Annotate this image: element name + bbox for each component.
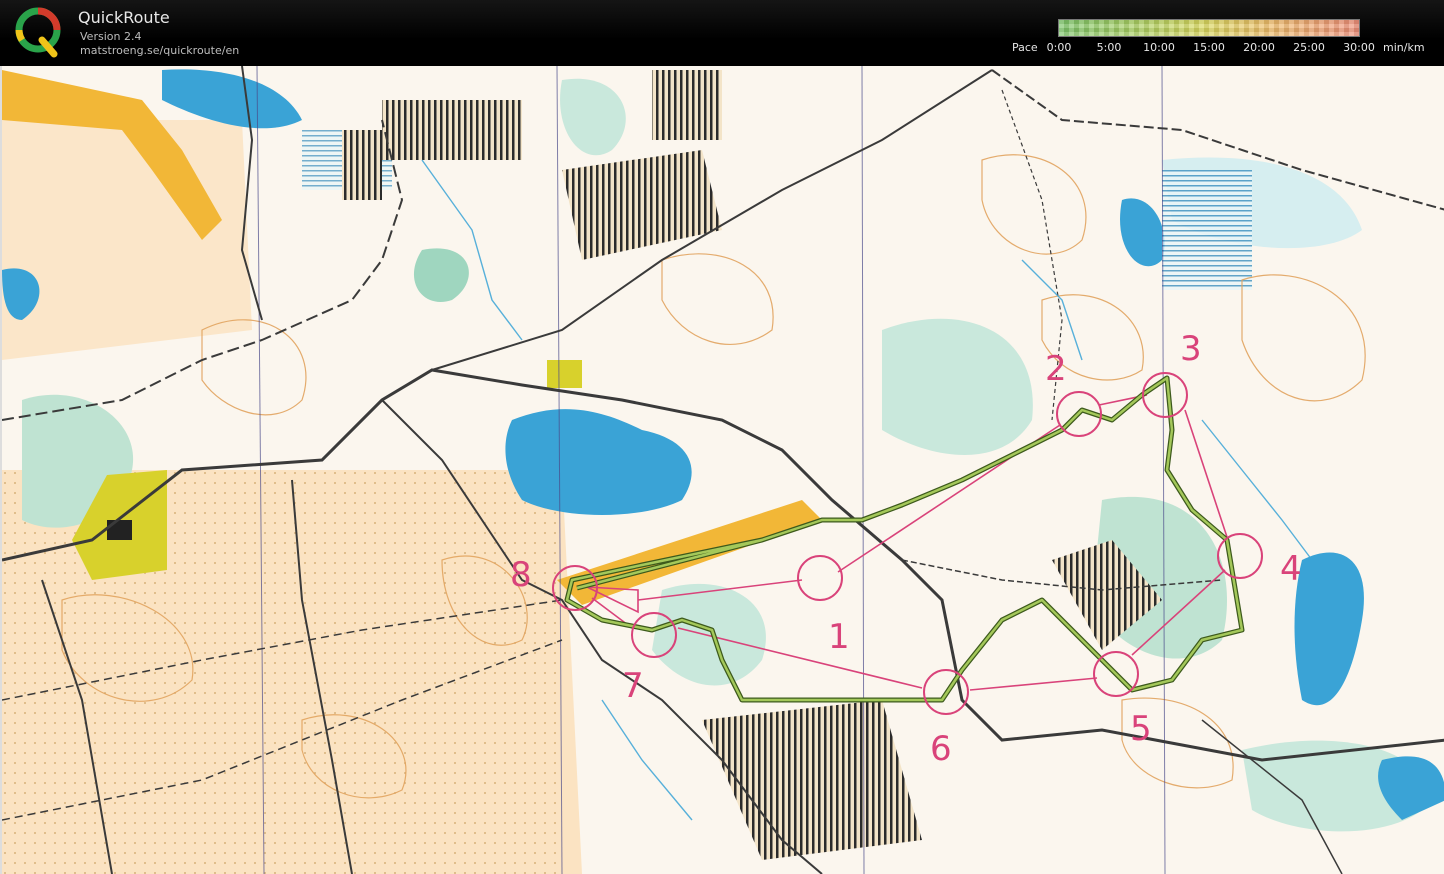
pace-tick: 10:00 [1143,41,1175,54]
pace-unit: min/km [1383,41,1425,54]
control-number: 5 [1130,709,1152,749]
pace-tick: 5:00 [1096,41,1122,54]
control-number: 7 [622,666,644,706]
map-canvas[interactable]: 1 2 3 4 5 6 7 8 [2,66,1444,874]
pace-tick: 15:00 [1193,41,1225,54]
cultivated-land [652,70,722,140]
pace-tick: 0:00 [1046,41,1072,54]
cultivated-land [382,100,522,160]
pace-tick: 30:00 [1343,41,1375,54]
app-version: Version 2.4 [80,30,142,43]
quickroute-logo-icon [15,7,61,58]
pace-tick: 25:00 [1293,41,1325,54]
control-number: 4 [1280,549,1302,589]
marsh [1162,170,1252,290]
yellow-field [547,360,582,388]
cultivated-land [342,130,382,200]
control-number: 1 [828,617,850,657]
orienteering-map[interactable]: 1 2 3 4 5 6 7 8 [0,66,1444,874]
pace-tick: 20:00 [1243,41,1275,54]
open-land-area [2,120,252,360]
app-header: QuickRoute Version 2.4 matstroeng.se/qui… [0,0,1444,66]
control-number: 8 [510,555,532,595]
pace-color-bar [1058,19,1360,37]
pace-label: Pace [1012,41,1038,54]
control-number: 6 [930,729,952,769]
building [107,520,132,540]
app-title: QuickRoute [78,8,170,27]
control-number: 3 [1180,329,1202,369]
app-url[interactable]: matstroeng.se/quickroute/en [80,44,239,57]
control-number: 2 [1045,349,1067,389]
